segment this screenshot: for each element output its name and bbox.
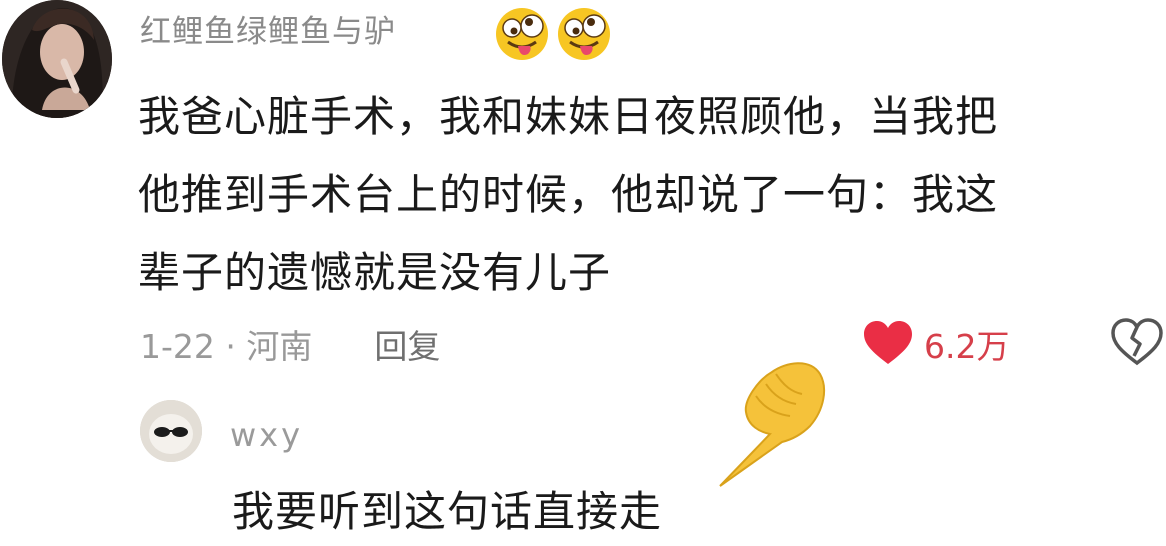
- crazy-face-icon: [558, 8, 610, 60]
- like-count: 6.2万: [924, 327, 1010, 366]
- date-location: 1-22 · 河南: [140, 327, 313, 366]
- comment-line: 他推到手术台上的时候，他却说了一句：我这: [138, 170, 999, 219]
- pointing-hand-icon: [719, 362, 826, 487]
- comment-meta: 1-22 · 河南 回复: [140, 318, 440, 370]
- reply-text: 我要听到这句话直接走: [232, 487, 663, 536]
- comment-text: 我爸心脏手术，我和妹妹日夜照顾他，当我把 他推到手术台上的时候，他却说了一句：我…: [138, 78, 1138, 312]
- crazy-face-icon: [496, 8, 548, 60]
- avatar-image: [140, 400, 202, 462]
- comment-line: 我爸心脏手术，我和妹妹日夜照顾他，当我把: [138, 92, 999, 141]
- avatar[interactable]: [2, 0, 112, 118]
- heart-icon[interactable]: [862, 320, 914, 366]
- broken-heart-icon[interactable]: [1110, 318, 1164, 366]
- reply-button[interactable]: 回复: [374, 320, 440, 368]
- reply-username[interactable]: wxy: [230, 416, 303, 454]
- reply-avatar[interactable]: [140, 400, 202, 462]
- username-emojis: [494, 6, 612, 62]
- comment-line: 辈子的遗憾就是没有儿子: [138, 248, 612, 297]
- username[interactable]: 红鲤鱼绿鲤鱼与驴: [140, 6, 396, 51]
- avatar-image: [2, 0, 112, 118]
